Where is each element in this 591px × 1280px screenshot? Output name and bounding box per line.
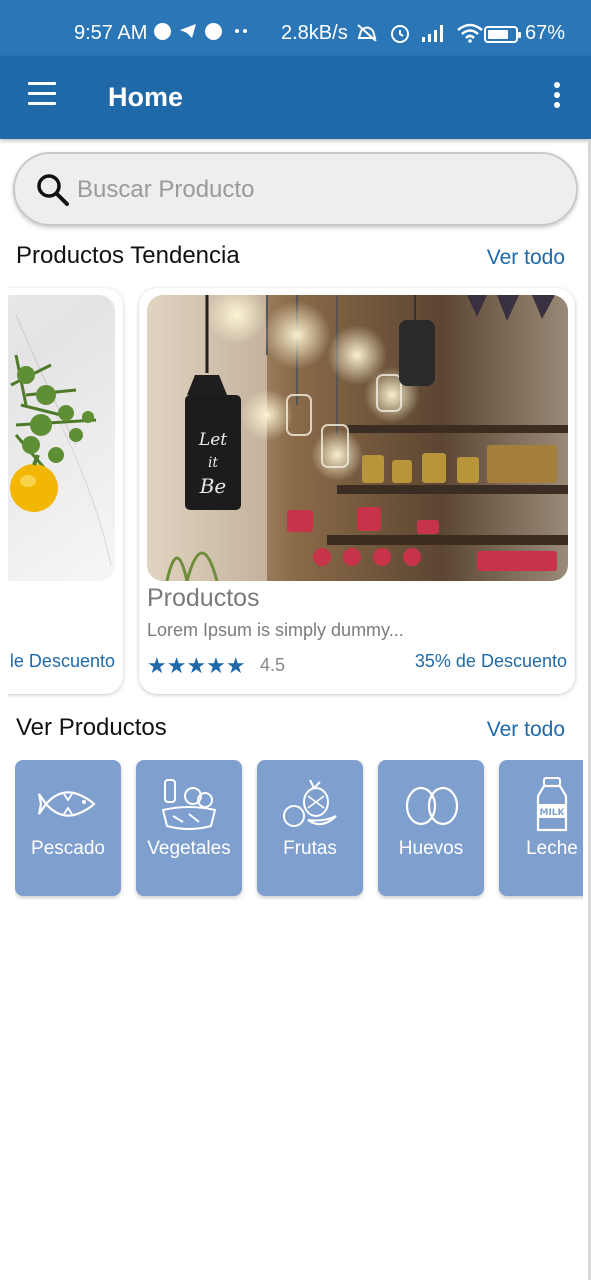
product-image [8,295,115,581]
trending-see-all-link[interactable]: Ver todo [487,246,565,270]
product-card[interactable]: Let it Be Productos Lorem Ipsum is simpl… [139,288,575,694]
categories-title: Ver Productos [16,714,167,741]
category-tile-vegetales[interactable]: Vegetales [136,760,242,896]
more-dots-icon [235,29,247,33]
menu-button[interactable] [22,82,62,112]
signal-icon [422,25,443,42]
more-vertical-icon [554,82,560,88]
category-label: Vegetales [147,838,231,859]
product-name: Productos [147,584,260,612]
discount-label: le Descuento [9,651,115,671]
svg-text:Be: Be [199,474,227,498]
mute-icon [357,24,377,42]
rating-value: 4.5 [260,655,286,675]
rating-stars: ★★★★★ [147,653,246,678]
status-bar: 9:57 AM 2.8kB/s 67% [0,0,591,56]
search-icon [37,174,69,206]
product-image: Let it Be [147,295,568,581]
category-label: Huevos [398,838,464,859]
product-card[interactable]: le Descuento [8,288,123,694]
category-tile-leche[interactable]: MILK Leche [499,760,583,896]
facebook-icon [205,22,222,40]
overflow-menu-button[interactable] [546,82,568,112]
discount-label: 35% de Descuento [414,651,567,671]
category-label: Frutas [283,838,337,859]
search-bar[interactable] [13,152,578,226]
network-speed: 2.8kB/s [281,22,348,44]
category-label: Pescado [31,838,105,859]
app-bar: Home [0,56,591,139]
page-title: Home [108,82,184,112]
status-time: 9:57 AM [74,22,148,44]
battery-icon [484,26,521,43]
milk-icon-text: MILK [539,808,565,818]
category-label: Leche [526,838,578,859]
system-icons [355,22,483,44]
category-tile-huevos[interactable]: Huevos [378,760,484,896]
product-description: Lorem Ipsum is simply dummy... [147,620,404,640]
messenger-icon [154,22,171,40]
notification-icons [154,22,252,40]
fruits-icon [283,779,337,827]
telegram-icon [180,24,196,38]
trending-carousel[interactable]: le Descuento Let it Be Productos Lorem I… [8,286,591,698]
search-input[interactable] [77,168,557,212]
categories-see-all-link[interactable]: Ver todo [487,718,565,742]
let-it-be-sign: Let [198,430,227,450]
hamburger-icon [28,82,56,85]
svg-text:it: it [208,455,218,471]
battery-percent: 67% [525,22,566,44]
alarm-icon [391,25,409,43]
eggs-icon [405,786,459,826]
fish-icon [38,791,96,817]
categories-row[interactable]: Pescado Vegetales Frutas Huevos MILK Lec… [15,760,583,900]
vegetables-icon [161,779,217,830]
wifi-icon [457,23,483,43]
milk-icon: MILK [536,777,568,832]
home-screen: 9:57 AM 2.8kB/s 67% Home Buscar Producto… [0,0,591,1280]
category-tile-frutas[interactable]: Frutas [257,760,363,896]
trending-title: Productos Tendencia [16,242,240,269]
category-tile-pescado[interactable]: Pescado [15,760,121,896]
